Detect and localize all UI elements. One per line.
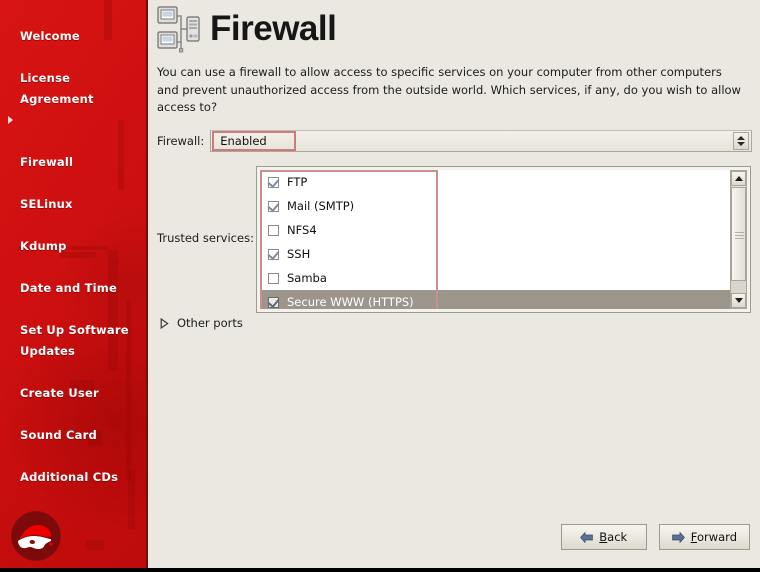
firewall-network-icon [157, 6, 200, 53]
sidebar-item-label: Welcome [20, 29, 80, 43]
arrow-left-icon [580, 531, 594, 543]
spinner-up-arrow-icon [737, 136, 745, 140]
intro-description: You can use a firewall to allow access t… [157, 65, 741, 114]
firewall-label: Firewall: [157, 134, 205, 148]
trusted-services-list[interactable]: FTP Mail (SMTP) NFS4 SSH Samba Secure WW… [260, 170, 730, 309]
sidebar-item-license-agreement[interactable]: License Agreement [0, 47, 146, 110]
scrollbar-grip-icon [735, 232, 744, 239]
list-item-label: SSH [287, 247, 311, 261]
list-item[interactable]: FTP [260, 170, 730, 194]
scrollbar-thumb[interactable] [731, 187, 746, 281]
sidebar-item-label: License Agreement [20, 71, 94, 106]
red-hat-shadowman-logo [11, 511, 61, 561]
sidebar-item-label: Create User [20, 386, 99, 400]
down-triangle [734, 298, 743, 303]
spinner-down-arrow-icon [737, 142, 745, 146]
sidebar-item-welcome[interactable]: Welcome [0, 5, 146, 47]
back-button[interactable]: Back [560, 524, 647, 550]
sidebar-item-kdump[interactable]: Kdump [0, 215, 146, 257]
main-content-panel: Firewall You can use a firewall to allow… [148, 0, 760, 568]
forward-mnemonic: F [690, 530, 697, 544]
firstboot-window: Welcome License Agreement Firewall SELin… [0, 0, 760, 572]
trusted-services-listbox: FTP Mail (SMTP) NFS4 SSH Samba Secure WW… [256, 166, 751, 313]
sidebar-nav-list: Welcome License Agreement Firewall SELin… [0, 5, 146, 488]
back-button-label: Back [599, 530, 628, 544]
navigation-buttons: Back Forward [560, 524, 750, 550]
list-item-label: Samba [287, 271, 327, 285]
other-ports-label: Other ports [177, 316, 243, 330]
list-item-label: FTP [287, 175, 308, 189]
list-item-label: Secure WWW (HTTPS) [287, 295, 414, 309]
sidebar-item-sound-card[interactable]: Sound Card [0, 404, 146, 446]
list-item-selected[interactable]: Secure WWW (HTTPS) [260, 290, 730, 309]
firewall-selected-value: Enabled [220, 134, 267, 148]
up-triangle [734, 176, 743, 181]
back-mnemonic: B [599, 530, 608, 544]
page-title: Firewall [210, 9, 337, 48]
page-header: Firewall [156, 4, 337, 54]
forward-button-label: Forward [690, 530, 737, 544]
sidebar-item-create-user[interactable]: Create User [0, 362, 146, 404]
scroll-up-arrow-icon[interactable] [731, 171, 746, 186]
current-page-arrow-icon [8, 116, 13, 124]
list-item-label: Mail (SMTP) [287, 199, 355, 213]
checkbox-checked-icon[interactable] [268, 176, 279, 188]
firewall-setting-row: Firewall: Enabled [157, 130, 752, 152]
forward-button[interactable]: Forward [658, 524, 750, 550]
checkbox-checked-icon[interactable] [268, 296, 279, 308]
checkbox-unchecked-icon[interactable] [268, 224, 279, 236]
scroll-down-arrow-icon[interactable] [731, 293, 746, 308]
sidebar: Welcome License Agreement Firewall SELin… [0, 0, 146, 568]
sidebar-item-date-and-time[interactable]: Date and Time [0, 257, 146, 299]
checkbox-unchecked-icon[interactable] [268, 272, 279, 284]
sidebar-item-label: Sound Card [20, 428, 97, 442]
firewall-value-cell[interactable]: Enabled [212, 131, 297, 151]
firewall-combobox[interactable]: Enabled [210, 130, 752, 152]
sidebar-item-firewall[interactable]: Firewall [0, 110, 146, 173]
checkbox-checked-icon[interactable] [268, 248, 279, 260]
list-item[interactable]: NFS4 [260, 218, 730, 242]
sidebar-item-label: SELinux [20, 197, 73, 211]
window-bottom-edge [0, 568, 760, 572]
sidebar-item-label: Additional CDs [20, 470, 119, 484]
vertical-scrollbar[interactable] [730, 170, 747, 309]
list-item[interactable]: Mail (SMTP) [260, 194, 730, 218]
other-ports-expander[interactable]: Other ports [160, 316, 243, 330]
list-item[interactable]: Samba [260, 266, 730, 290]
firewall-spinner-arrows-icon[interactable] [733, 132, 749, 150]
sidebar-item-set-up-software-updates[interactable]: Set Up Software Updates [0, 299, 146, 362]
list-item-label: NFS4 [287, 223, 317, 237]
sidebar-item-label: Set Up Software Updates [20, 323, 129, 358]
list-item[interactable]: SSH [260, 242, 730, 266]
sidebar-item-additional-cds[interactable]: Additional CDs [0, 446, 146, 488]
sidebar-item-label: Date and Time [20, 281, 117, 295]
trusted-services-label: Trusted services: [157, 231, 254, 245]
sidebar-item-label: Kdump [20, 239, 67, 253]
expander-triangle-right-icon [160, 317, 169, 329]
sidebar-item-selinux[interactable]: SELinux [0, 173, 146, 215]
sidebar-item-label: Firewall [20, 155, 74, 169]
arrow-right-icon [671, 531, 685, 543]
checkbox-checked-icon[interactable] [268, 200, 279, 212]
